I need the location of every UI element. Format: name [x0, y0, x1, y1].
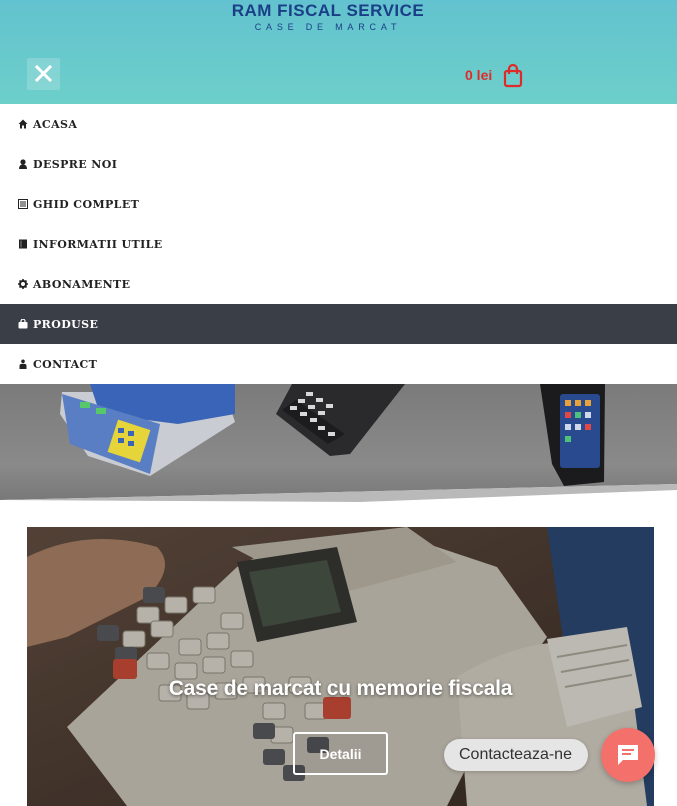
- handheld-pos-image: [540, 384, 605, 486]
- menu-item-produse[interactable]: PRODUSE: [0, 304, 677, 344]
- menu-item-abonamente[interactable]: ABONAMENTE: [0, 264, 677, 304]
- menu-item-contact[interactable]: CONTACT: [0, 344, 677, 384]
- site-header: RAM FISCAL SERVICE CASE DE MARCAT 0 lei: [0, 0, 677, 104]
- menu-item-label: DESPRE NOI: [33, 157, 118, 171]
- menu-item-label: CONTACT: [33, 357, 98, 371]
- logo-subtitle: CASE DE MARCAT: [254, 22, 402, 32]
- site-logo[interactable]: RAM FISCAL SERVICE CASE DE MARCAT: [230, 2, 426, 33]
- contact-icon: [17, 359, 28, 370]
- cart-total: 0 lei: [465, 67, 493, 83]
- menu-item-label: GHID COMPLET: [33, 197, 140, 211]
- chat-label[interactable]: Contacteaza-ne: [444, 739, 588, 771]
- menu-item-label: INFORMATII UTILE: [33, 237, 163, 251]
- main-menu: ACASA DESPRE NOI GHID COMPLET INFORMATII…: [0, 104, 677, 384]
- close-icon: [34, 64, 53, 83]
- menu-item-label: ABONAMENTE: [33, 277, 131, 291]
- shopping-bag-icon: [504, 63, 523, 87]
- logo-title: RAM FISCAL SERVICE: [231, 1, 425, 20]
- payment-terminal-image: [276, 384, 405, 456]
- book-icon: [17, 239, 28, 250]
- cart-button[interactable]: 0 lei: [465, 62, 523, 88]
- hero-details-button[interactable]: Detalii: [293, 732, 388, 775]
- chat-icon: [618, 745, 638, 765]
- home-icon: [17, 119, 28, 130]
- shopping-bag-icon: [17, 319, 28, 330]
- scale-image: [60, 384, 235, 476]
- menu-item-acasa[interactable]: ACASA: [0, 104, 677, 144]
- menu-item-label: ACASA: [33, 117, 78, 131]
- chat-button[interactable]: [601, 728, 655, 782]
- products-banner-image: [0, 384, 677, 518]
- hero-title: Case de marcat cu memorie fiscala: [168, 677, 513, 700]
- user-icon: [17, 159, 28, 170]
- menu-item-label: PRODUSE: [33, 317, 99, 331]
- menu-item-informatii-utile[interactable]: INFORMATII UTILE: [0, 224, 677, 264]
- gear-icon: [17, 279, 28, 290]
- menu-item-despre-noi[interactable]: DESPRE NOI: [0, 144, 677, 184]
- close-menu-button[interactable]: [27, 58, 60, 90]
- menu-item-ghid-complet[interactable]: GHID COMPLET: [0, 184, 677, 224]
- list-icon: [17, 199, 28, 210]
